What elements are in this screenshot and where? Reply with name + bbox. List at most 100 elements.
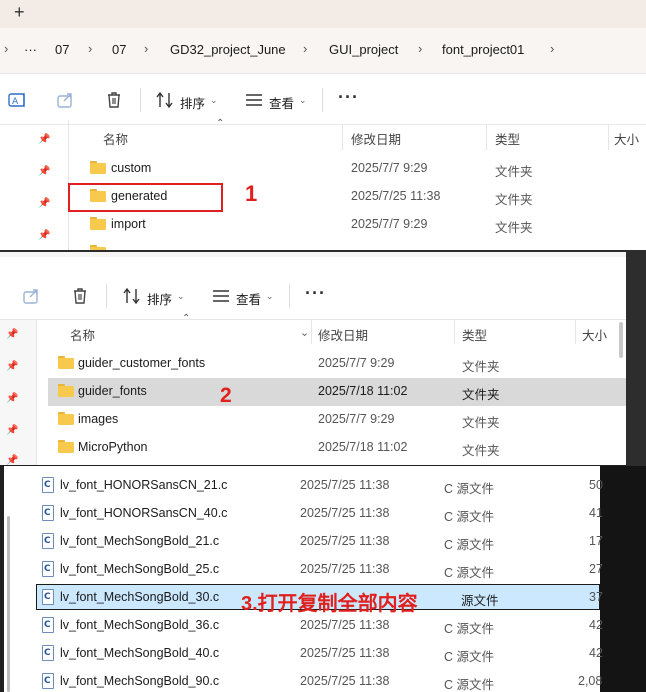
step-annotation: 3.打开复制全部内容 xyxy=(241,593,418,615)
sort-icon[interactable] xyxy=(155,90,175,110)
pin-icon[interactable]: 📌 xyxy=(6,361,18,373)
c-file-icon: C xyxy=(42,617,54,633)
pin-icon[interactable]: 📌 xyxy=(38,166,50,178)
column-header-size[interactable]: 大小 xyxy=(614,129,639,148)
scrollbar[interactable] xyxy=(619,322,623,358)
column-header-type[interactable]: 类型 xyxy=(462,325,487,344)
column-header-size[interactable]: 大小 xyxy=(582,325,607,344)
new-tab-button[interactable]: + xyxy=(14,2,25,23)
list-item[interactable]: custom 2025/7/7 9:29 文件夹 xyxy=(80,155,640,183)
list-item[interactable]: C lv_font_MechSongBold_40.c 2025/7/25 11… xyxy=(36,640,603,668)
view-button[interactable]: 查看 xyxy=(269,93,294,112)
view-icon[interactable] xyxy=(211,286,231,306)
list-item[interactable]: C lv_font_MechSongBold_21.c 2025/7/25 11… xyxy=(36,528,603,556)
share-icon[interactable] xyxy=(22,286,42,306)
folder-icon xyxy=(90,217,106,230)
file-date: 2025/7/25 11:38 xyxy=(351,189,441,203)
column-divider[interactable] xyxy=(575,320,576,344)
view-icon[interactable] xyxy=(244,90,264,110)
pin-icon[interactable]: 📌 xyxy=(6,425,18,437)
file-date: 2025/7/18 11:02 xyxy=(318,440,408,454)
column-header-date[interactable]: 修改日期 xyxy=(318,325,368,344)
command-bar: A 排序 ⌄ 查看 ⌄ ··· xyxy=(0,75,646,125)
column-divider[interactable] xyxy=(311,320,312,344)
file-name: guider_customer_fonts xyxy=(78,356,206,370)
command-bar: 排序 ⌄ 查看 ⌄ ··· xyxy=(0,272,626,320)
breadcrumb-item[interactable]: GD32_project_June xyxy=(170,42,286,57)
sort-ascending-icon: ⌃ xyxy=(216,118,225,129)
breadcrumb-item[interactable]: 07 xyxy=(112,42,126,57)
chevron-right-icon: › xyxy=(144,41,149,56)
file-size: 42 xyxy=(589,646,603,660)
file-name: images xyxy=(78,412,119,426)
sort-ascending-icon: ⌃ xyxy=(182,313,191,324)
breadcrumb-overflow[interactable]: ··· xyxy=(24,42,37,57)
list-item[interactable]: images 2025/7/7 9:29 文件夹 xyxy=(48,406,626,434)
file-name: lv_font_MechSongBold_21.c xyxy=(60,534,220,548)
more-options-button[interactable]: ··· xyxy=(305,283,326,304)
column-header-name[interactable]: 名称 xyxy=(70,325,95,344)
column-header-type[interactable]: 类型 xyxy=(495,129,520,148)
chevron-right-icon: › xyxy=(303,41,308,56)
file-date: 2025/7/7 9:29 xyxy=(351,217,428,231)
share-icon[interactable] xyxy=(56,90,76,110)
list-item[interactable]: C lv_font_MechSongBold_25.c 2025/7/25 11… xyxy=(36,556,603,584)
column-divider[interactable] xyxy=(342,124,343,150)
c-file-icon: C xyxy=(42,477,54,493)
chevron-down-icon[interactable]: ⌄ xyxy=(300,326,309,339)
list-item[interactable]: guider_customer_fonts 2025/7/7 9:29 文件夹 xyxy=(48,350,626,378)
scrollbar[interactable] xyxy=(7,516,10,692)
file-date: 2025/7/25 11:38 xyxy=(300,562,390,576)
column-header-date[interactable]: 修改日期 xyxy=(351,129,401,148)
list-item[interactable]: C lv_font_MechSongBold_90.c 2025/7/25 11… xyxy=(36,668,602,692)
file-name: lv_font_HONORSansCN_21.c xyxy=(60,478,228,492)
file-size: 37 xyxy=(589,590,603,604)
list-item[interactable]: C lv_font_MechSongBold_36.c 2025/7/25 11… xyxy=(36,612,603,640)
list-item[interactable]: MicroPython 2025/7/18 11:02 文件夹 xyxy=(48,434,626,462)
sort-button[interactable]: 排序 xyxy=(180,93,205,112)
list-item[interactable]: C lv_font_HONORSansCN_40.c 2025/7/25 11:… xyxy=(36,500,603,528)
column-header-name[interactable]: 名称 xyxy=(103,129,128,148)
file-name: lv_font_MechSongBold_40.c xyxy=(60,646,220,660)
pin-icon[interactable]: 📌 xyxy=(38,230,50,242)
file-name: lv_font_MechSongBold_90.c xyxy=(60,674,220,688)
sort-icon[interactable] xyxy=(122,286,142,306)
delete-icon[interactable] xyxy=(104,90,124,110)
rename-icon[interactable]: A xyxy=(8,90,28,110)
view-button[interactable]: 查看 xyxy=(236,289,261,308)
file-date: 2025/7/25 11:38 xyxy=(300,646,390,660)
list-item[interactable]: import 2025/7/7 9:29 文件夹 xyxy=(80,211,640,239)
file-type: 文件夹 xyxy=(462,388,500,402)
pin-icon[interactable]: 📌 xyxy=(6,455,18,465)
chevron-right-icon: › xyxy=(4,41,9,56)
nav-pane-divider[interactable] xyxy=(36,320,37,465)
toolbar-divider xyxy=(140,88,141,112)
file-name: MicroPython xyxy=(78,440,148,454)
file-type: C 源文件 xyxy=(444,510,495,524)
column-divider[interactable] xyxy=(486,124,487,150)
folder-icon xyxy=(58,384,74,397)
more-options-button[interactable]: ··· xyxy=(338,87,359,108)
breadcrumb-item[interactable]: 07 xyxy=(55,42,69,57)
breadcrumb-item[interactable]: font_project01 xyxy=(442,42,524,57)
c-file-icon: C xyxy=(42,645,54,661)
column-divider[interactable] xyxy=(454,320,455,344)
file-type: 文件夹 xyxy=(462,444,500,458)
column-divider[interactable] xyxy=(608,124,609,150)
chevron-down-icon: ⌄ xyxy=(299,95,307,105)
breadcrumb-item[interactable]: GUI_project xyxy=(329,42,398,57)
sort-button[interactable]: 排序 xyxy=(147,289,172,308)
list-item[interactable]: C lv_font_HONORSansCN_21.c 2025/7/25 11:… xyxy=(36,472,603,500)
delete-icon[interactable] xyxy=(70,286,90,306)
list-item[interactable]: guider_fonts 2025/7/18 11:02 文件夹 xyxy=(48,378,626,406)
chevron-right-icon: › xyxy=(88,41,93,56)
file-name: custom xyxy=(111,161,152,175)
folder-icon xyxy=(58,440,74,453)
pin-icon[interactable]: 📌 xyxy=(38,134,50,146)
pin-icon[interactable]: 📌 xyxy=(6,329,18,341)
svg-text:A: A xyxy=(12,97,19,107)
file-size: 27 xyxy=(589,562,603,576)
pin-icon[interactable]: 📌 xyxy=(38,198,50,210)
pin-icon[interactable]: 📌 xyxy=(6,393,18,405)
file-type: C 源文件 xyxy=(444,678,495,692)
